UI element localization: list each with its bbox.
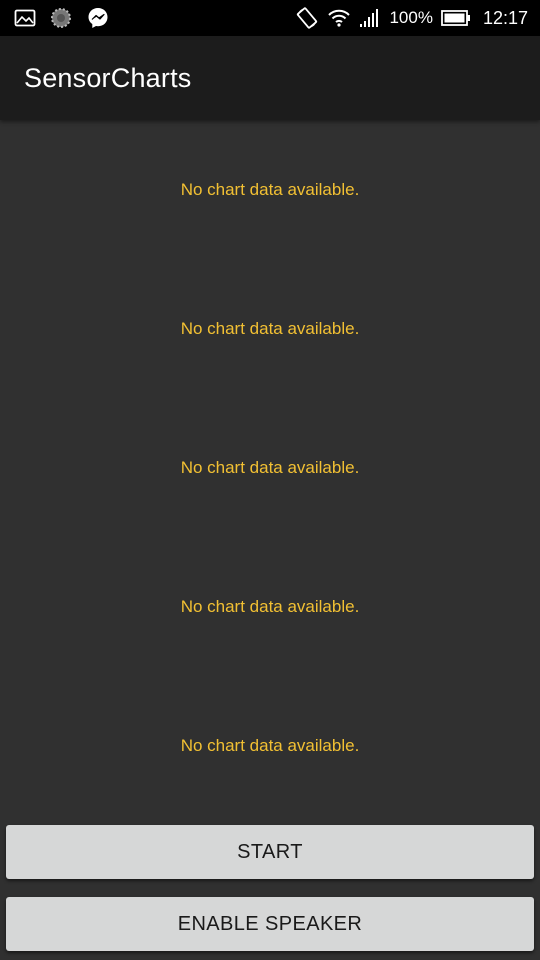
chart-empty-message: No chart data available. [180,179,360,199]
status-bar: 100% 12:17 [0,0,540,36]
signal-icon [359,8,381,28]
enable-speaker-button[interactable]: ENABLE SPEAKER [6,897,534,951]
chart-empty-message: No chart data available. [180,735,360,755]
gallery-icon [14,9,36,27]
messenger-icon [86,6,110,30]
chart-empty-message: No chart data available. [180,457,360,477]
battery-percent: 100% [389,8,433,27]
app-bar: SensorCharts [0,36,540,120]
start-button[interactable]: START [6,825,534,879]
wifi-icon [327,7,351,29]
chart-5: No chart data available. [0,676,540,815]
app-screen: 100% 12:17 SensorCharts No chart data av… [0,0,540,960]
system-icons: 100% 12:17 [295,0,528,36]
loading-icon [50,7,72,29]
chart-2: No chart data available. [0,259,540,398]
chart-1: No chart data available. [0,120,540,259]
chart-empty-message: No chart data available. [180,596,360,616]
notification-icons [14,0,110,36]
charts-container: No chart data available. No chart data a… [0,120,540,820]
app-title: SensorCharts [24,62,192,93]
chart-3: No chart data available. [0,398,540,537]
clock: 12:17 [482,7,528,28]
chart-empty-message: No chart data available. [180,318,360,338]
chart-4: No chart data available. [0,537,540,676]
battery-icon [441,9,471,27]
screen-rotate-icon [295,6,319,30]
